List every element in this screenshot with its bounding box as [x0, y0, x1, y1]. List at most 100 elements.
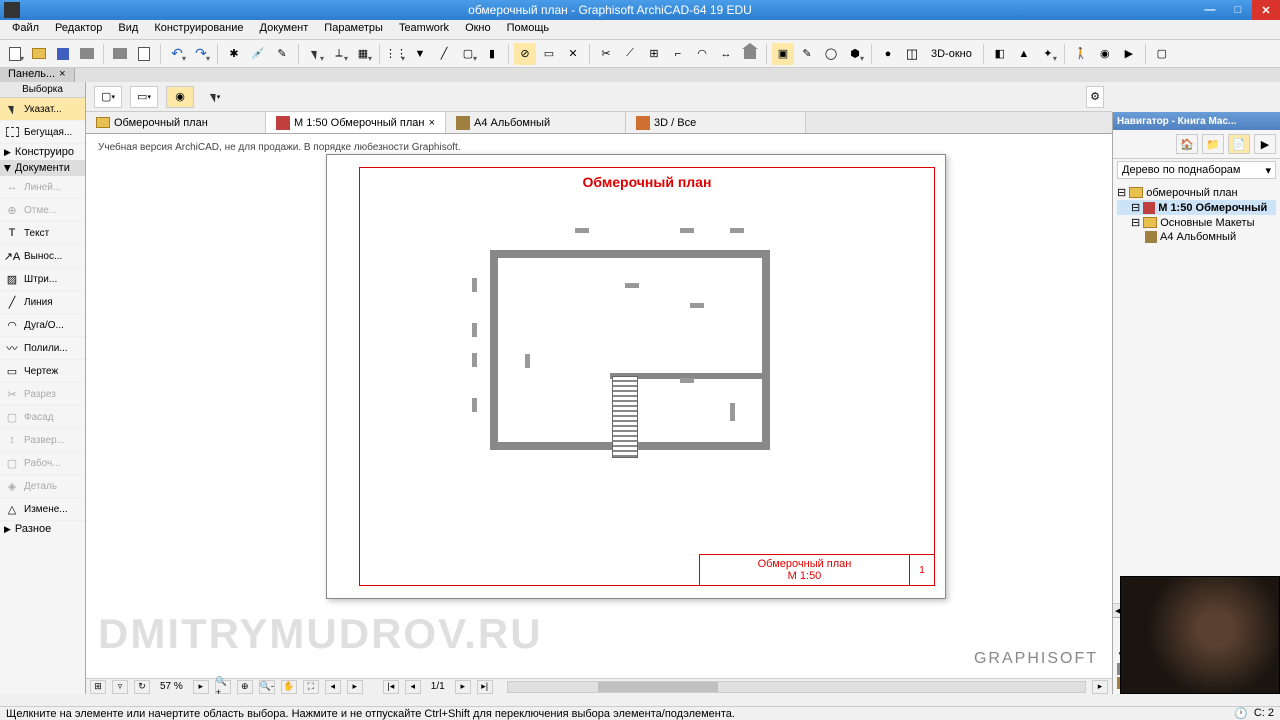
fillet-button[interactable]: ◠ — [691, 43, 713, 65]
suspend-button[interactable]: ⊘ — [514, 43, 536, 65]
first-page-button[interactable]: |◂ — [383, 680, 399, 694]
view-button[interactable]: ● — [877, 43, 899, 65]
orbit-button[interactable]: ◉ — [1094, 43, 1116, 65]
ruler-button[interactable]: ▮ — [481, 43, 503, 65]
grid-tool-button[interactable]: ▦▾ — [352, 43, 374, 65]
toolbox-item-10[interactable]: ▢Фасад — [0, 406, 85, 429]
pan-button[interactable]: ✋ — [281, 680, 297, 694]
tab-close-icon[interactable]: × — [429, 117, 435, 129]
nav-layout-button[interactable]: 📄 — [1228, 134, 1250, 154]
prev-view-button[interactable]: ◂ — [325, 680, 341, 694]
3d-window-button[interactable] — [901, 43, 923, 65]
snap-ref-button[interactable]: ▢▾ — [457, 43, 479, 65]
nav-publisher-button[interactable]: ▶ — [1254, 134, 1276, 154]
mt-cursor[interactable]: ▾ — [202, 86, 230, 108]
toolbox-item-3[interactable]: ↗AВынос... — [0, 245, 85, 268]
toolbox-item-4[interactable]: ▨Штри... — [0, 268, 85, 291]
maximize-button[interactable]: □ — [1224, 0, 1252, 20]
doc-tab-1[interactable]: М 1:50 Обмерочный план × — [266, 112, 446, 133]
doc-tab-0[interactable]: Обмерочный план — [86, 112, 266, 133]
menu-teamwork[interactable]: Teamwork — [391, 20, 457, 39]
zoom-100-button[interactable]: ⊕ — [237, 680, 253, 694]
mt-mode-1[interactable]: ▢▾ — [94, 86, 122, 108]
toolbox-item-14[interactable]: △Измене... — [0, 498, 85, 521]
scroll-right-button[interactable]: ▸ — [1092, 680, 1108, 694]
ungroup-button[interactable]: ✕ — [562, 43, 584, 65]
menu-edit[interactable]: Редактор — [47, 20, 110, 39]
mark-button[interactable]: ◯ — [820, 43, 842, 65]
toolbox-item-8[interactable]: ▭Чертеж — [0, 360, 85, 383]
zoom-out-button[interactable]: 🔍- — [259, 680, 275, 694]
navigator-combo[interactable]: Дерево по поднаборам▾ — [1117, 161, 1276, 179]
toolbox-item-9[interactable]: ✂Разрез — [0, 383, 85, 406]
zoom-prev-button[interactable]: ▸ — [193, 680, 209, 694]
snap-line-button[interactable]: ╱ — [433, 43, 455, 65]
trace-button[interactable]: ▣ — [772, 43, 794, 65]
open-button[interactable] — [28, 43, 50, 65]
toolbox-item-0[interactable]: ↔Линей... — [0, 176, 85, 199]
arrow-tool-button[interactable]: ▾ — [304, 43, 326, 65]
menu-construct[interactable]: Конструирование — [146, 20, 251, 39]
menu-window[interactable]: Окно — [457, 20, 499, 39]
toolbox-button[interactable]: ▢ — [1151, 43, 1173, 65]
inject-button[interactable]: 💉 — [247, 43, 269, 65]
marquee-tool[interactable]: Бегущая... — [0, 121, 85, 144]
save-button[interactable] — [52, 43, 74, 65]
print-button[interactable] — [76, 43, 98, 65]
menu-document[interactable]: Документ — [252, 20, 317, 39]
snap-grid-button[interactable]: ⋮⋮▾ — [385, 43, 407, 65]
level-tool-button[interactable]: ⟂▾ — [328, 43, 350, 65]
redo-button[interactable]: ▾ — [190, 43, 212, 65]
new-button[interactable]: ▾ — [4, 43, 26, 65]
attributes-button[interactable] — [133, 43, 155, 65]
fit-button[interactable]: ⛶ — [303, 680, 319, 694]
nav-project-button[interactable]: 🏠 — [1176, 134, 1198, 154]
doc-tab-2[interactable]: А4 Альбомный — [446, 112, 626, 133]
toolbox-item-1[interactable]: ⊕Отме... — [0, 199, 85, 222]
toolbox-item-6[interactable]: ◠Дуга/О... — [0, 314, 85, 337]
explore-button[interactable]: ▶ — [1118, 43, 1140, 65]
minimize-button[interactable]: — — [1196, 0, 1224, 20]
measure-button[interactable]: ✎ — [271, 43, 293, 65]
3d-window-label[interactable]: 3D-окно — [925, 48, 978, 60]
zoom-opts-button[interactable]: ⊞ — [90, 680, 106, 694]
prev-page-button[interactable]: ◂ — [405, 680, 421, 694]
mt-mode-2[interactable]: ▭▾ — [130, 86, 158, 108]
gravity-button[interactable]: ▼ — [409, 43, 431, 65]
menu-view[interactable]: Вид — [110, 20, 146, 39]
menu-help[interactable]: Помощь — [499, 20, 558, 39]
toolbox-item-12[interactable]: ▢Рабоч... — [0, 452, 85, 475]
menu-params[interactable]: Параметры — [316, 20, 391, 39]
adjust-button[interactable]: ⊞ — [643, 43, 665, 65]
trace-ref-button[interactable]: ✎ — [796, 43, 818, 65]
mt-settings[interactable]: ⚙ — [1086, 86, 1104, 108]
menu-file[interactable]: Файл — [4, 20, 47, 39]
plotter-button[interactable] — [109, 43, 131, 65]
group-misc[interactable]: ▶ Разное — [0, 521, 85, 537]
solid-ops-button[interactable] — [739, 43, 761, 65]
undo-button[interactable]: ▾ — [166, 43, 188, 65]
toolbox-item-13[interactable]: ◈Деталь — [0, 475, 85, 498]
3d-proj-button[interactable]: ▲ — [1013, 43, 1035, 65]
tree-group-masters[interactable]: ⊟ Основные Макеты — [1117, 215, 1276, 230]
toolbox-item-7[interactable]: 〰Полили... — [0, 337, 85, 360]
pickup-button[interactable]: ✱ — [223, 43, 245, 65]
orient-button[interactable]: ↻ — [134, 680, 150, 694]
group-document[interactable]: ▶ Документи — [0, 160, 85, 176]
resize-button[interactable]: ↔ — [715, 43, 737, 65]
close-button[interactable]: ✕ — [1252, 0, 1280, 20]
group-button[interactable]: ▭ — [538, 43, 560, 65]
3d-settings-button[interactable]: ✦▾ — [1037, 43, 1059, 65]
trim-button[interactable]: ✂ — [595, 43, 617, 65]
tree-item-layout[interactable]: ⊟ М 1:50 Обмерочный — [1117, 200, 1276, 215]
next-view-button[interactable]: ▸ — [347, 680, 363, 694]
walk-button[interactable]: 🚶 — [1070, 43, 1092, 65]
last-page-button[interactable]: ▸| — [477, 680, 493, 694]
doc-tab-3[interactable]: 3D / Все — [626, 112, 806, 133]
3d-cutaway-button[interactable]: ◧ — [989, 43, 1011, 65]
panel-tab[interactable]: Панель...× — [0, 68, 75, 82]
zoom-value[interactable]: 57 % — [156, 681, 187, 692]
split-button[interactable]: ⟋ — [619, 43, 641, 65]
pointer-tool[interactable]: Указат... — [0, 98, 85, 121]
renovation-button[interactable]: ⬢▾ — [844, 43, 866, 65]
